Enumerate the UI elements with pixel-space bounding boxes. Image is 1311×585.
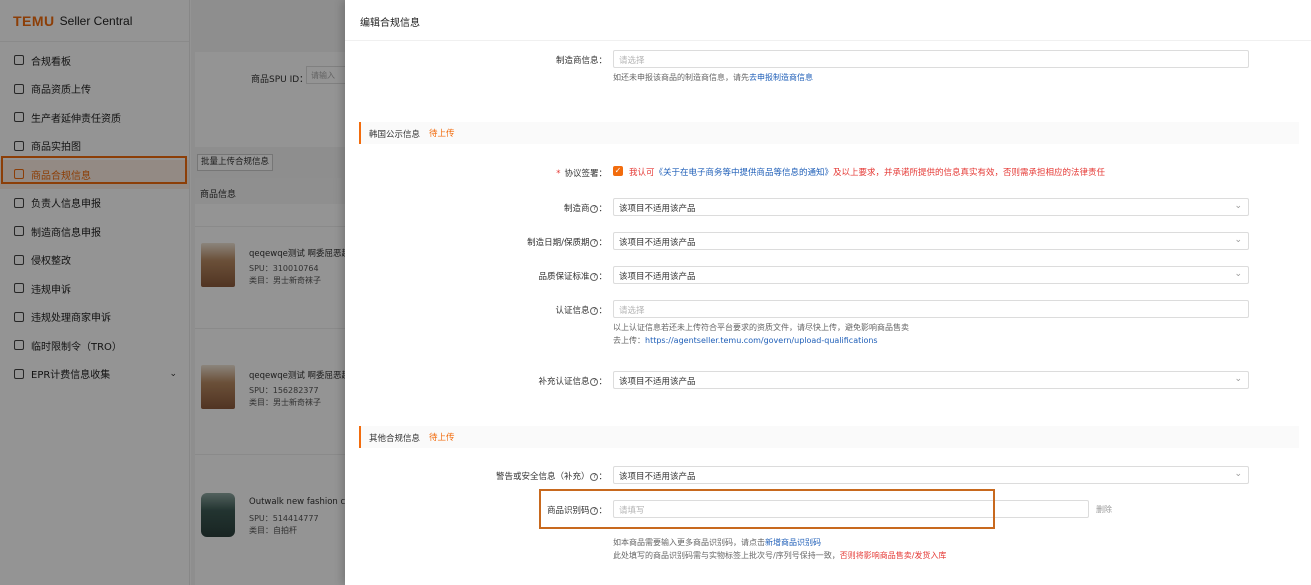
modal-overlay[interactable] — [0, 0, 345, 585]
manufacturer-info-label: 制造商信息： — [555, 56, 607, 66]
select-value: 该项目不适用该产品 — [619, 377, 696, 387]
chevron-down-icon: ⌄ — [1234, 235, 1242, 245]
manufacture-date-select[interactable]: 该项目不适用该产品 ⌄ — [613, 232, 1249, 250]
warning-info-select[interactable]: 该项目不适用该产品 ⌄ — [613, 466, 1249, 484]
agreement-text-suffix: 及以上要求，并承诺所提供的信息真实有效，否则需承担相应的法律责任 — [833, 168, 1106, 178]
drawer-title: 编辑合规信息 — [360, 18, 420, 29]
delete-code-button[interactable]: 删除 — [1096, 504, 1112, 515]
status-badge: 待上传 — [429, 129, 455, 139]
certification-hint: 以上认证信息若还未上传符合平台要求的资质文件，请尽快上传，避免影响商品售卖 — [613, 323, 909, 332]
manufacturer-select[interactable]: 该项目不适用该产品 ⌄ — [613, 198, 1249, 216]
korea-section-header: 韩国公示信息 待上传 — [359, 122, 1299, 144]
upload-qualifications-link[interactable]: https://agentseller.temu.com/govern/uplo… — [645, 336, 878, 345]
code-warning-red: 否则将影响商品售卖/发货入库 — [839, 551, 947, 560]
field-label: 制造商 — [563, 204, 590, 214]
warning-info-label: 警告或安全信息（补充）?： — [495, 472, 607, 482]
select-value: 该项目不适用该产品 — [619, 238, 696, 248]
certification-upload-hint: 去上传：https://agentseller.temu.com/govern/… — [613, 335, 878, 346]
certification-select[interactable]: 请选择 — [613, 300, 1249, 318]
select-value: 该项目不适用该产品 — [619, 204, 696, 214]
code-warning-text: 此处填写的商品识别码需与实物标签上批次号/序列号保持一致， — [613, 551, 840, 560]
certification-label: 认证信息?： — [555, 306, 607, 316]
manufacturer-label: 制造商?： — [563, 204, 607, 214]
supplementary-cert-select[interactable]: 该项目不适用该产品 ⌄ — [613, 371, 1249, 389]
agreement-label: * 协议签署： — [345, 167, 607, 179]
agreement-notice-link[interactable]: 《关于在电子商务等中提供商品等信息的通知》 — [655, 168, 834, 178]
agreement-label-text: 协议签署： — [564, 169, 607, 179]
status-badge: 待上传 — [429, 433, 455, 443]
field-label: 认证信息 — [555, 306, 590, 316]
upload-hint-prefix: 去上传： — [613, 336, 645, 345]
chevron-down-icon: ⌄ — [1234, 201, 1242, 211]
manufacture-date-label: 制造日期/保质期?： — [527, 238, 607, 248]
required-marker: * — [556, 169, 561, 179]
field-label: 补充认证信息 — [538, 377, 590, 387]
product-code-warning: 此处填写的商品识别码需与实物标签上批次号/序列号保持一致，否则将影响商品售卖/发… — [613, 550, 946, 561]
help-icon[interactable]: ? — [590, 377, 599, 386]
divider — [345, 40, 1311, 41]
help-icon[interactable]: ? — [590, 238, 599, 247]
code-hint-text: 如本商品需要输入更多商品识别码，请点击 — [613, 538, 765, 547]
agreement-checkbox[interactable]: ✓ — [613, 166, 623, 176]
product-code-hint: 如本商品需要输入更多商品识别码，请点击新增商品识别码 — [613, 537, 821, 548]
edit-compliance-drawer: 编辑合规信息 制造商信息： 请选择 如还未申报该商品的制造商信息，请先去申报制造… — [345, 0, 1311, 585]
help-icon[interactable]: ? — [590, 204, 599, 213]
quality-standard-select[interactable]: 该项目不适用该产品 ⌄ — [613, 266, 1249, 284]
manufacturer-hint-text: 如还未申报该商品的制造商信息，请先 — [613, 73, 749, 82]
chevron-down-icon: ⌄ — [1234, 374, 1242, 384]
other-compliance-section-header: 其他合规信息 待上传 — [359, 426, 1299, 448]
field-label: 警告或安全信息（补充） — [495, 472, 590, 482]
help-icon[interactable]: ? — [590, 272, 599, 281]
section-title: 韩国公示信息 — [369, 130, 421, 140]
help-icon[interactable]: ? — [590, 472, 599, 481]
manufacturer-info-select[interactable]: 请选择 — [613, 50, 1249, 68]
agreement-text-prefix: 我认可 — [629, 168, 655, 178]
code-field-highlight — [539, 489, 995, 529]
select-value: 该项目不适用该产品 — [619, 472, 696, 482]
field-label: 制造日期/保质期 — [527, 238, 590, 248]
supplementary-cert-label: 补充认证信息?： — [538, 377, 607, 387]
field-label: 品质保证标准 — [538, 272, 590, 282]
help-icon[interactable]: ? — [590, 306, 599, 315]
add-product-code-link[interactable]: 新增商品识别码 — [765, 538, 821, 547]
manufacturer-hint: 如还未申报该商品的制造商信息，请先去申报制造商信息 — [613, 72, 813, 83]
quality-standard-label: 品质保证标准?： — [538, 272, 607, 282]
agreement-text: 我认可《关于在电子商务等中提供商品等信息的通知》及以上要求，并承诺所提供的信息真… — [629, 166, 1105, 178]
declare-manufacturer-link[interactable]: 去申报制造商信息 — [749, 73, 813, 82]
chevron-down-icon: ⌄ — [1234, 469, 1242, 479]
section-title: 其他合规信息 — [369, 434, 421, 444]
chevron-down-icon: ⌄ — [1234, 269, 1242, 279]
select-value: 该项目不适用该产品 — [619, 272, 696, 282]
